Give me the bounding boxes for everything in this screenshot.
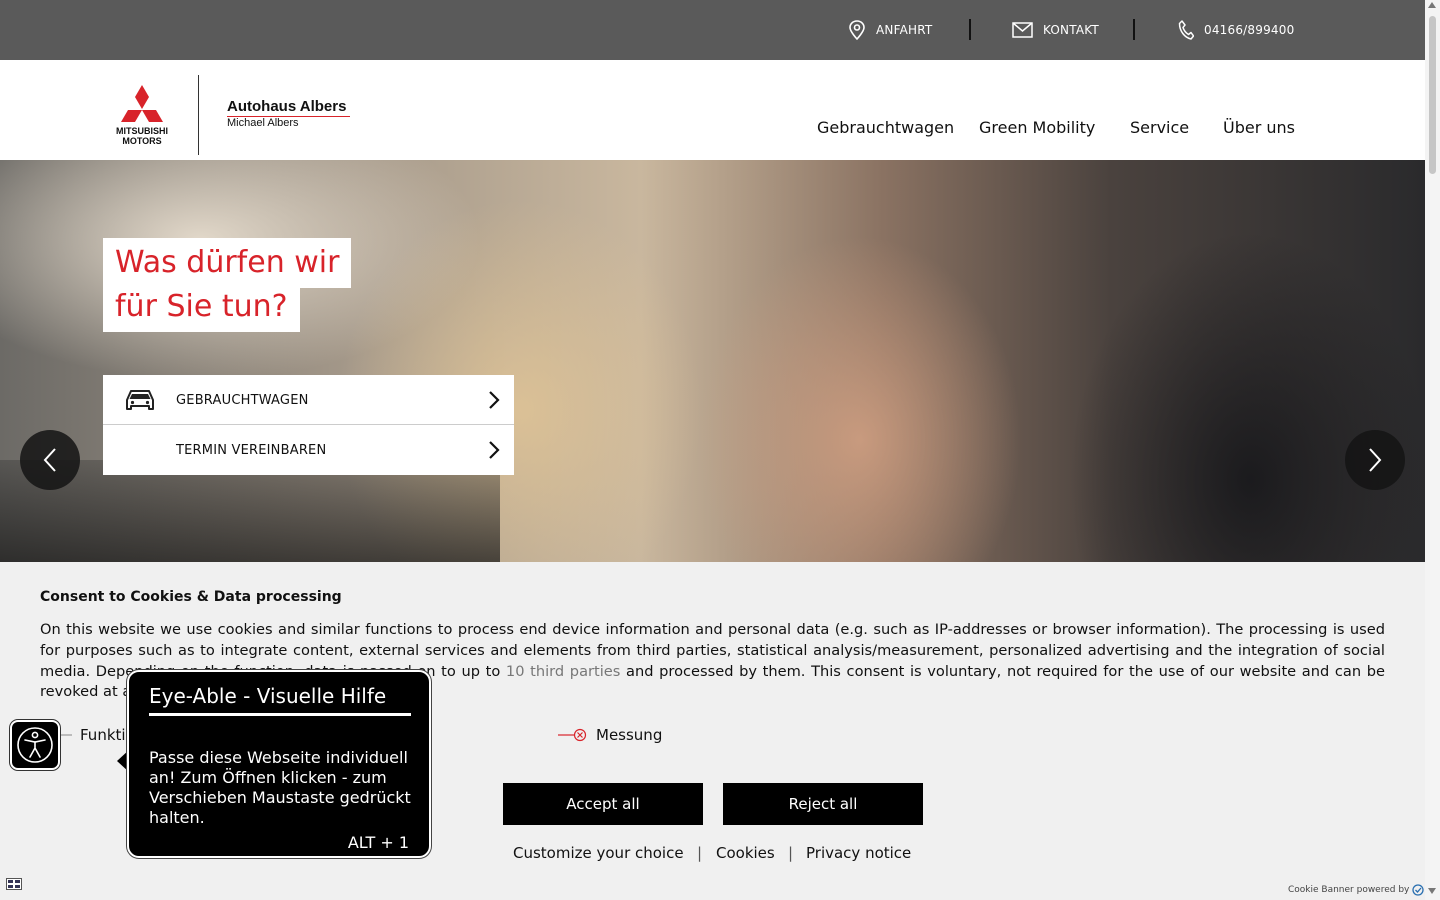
phone-label: 04166/899400 bbox=[1204, 23, 1295, 37]
cta-used-cars-label: GEBRAUCHTWAGEN bbox=[176, 392, 309, 408]
link-separator: | bbox=[697, 844, 703, 862]
close-circle-icon bbox=[558, 728, 587, 742]
chevron-right-icon bbox=[1369, 448, 1382, 472]
directions-link[interactable]: ANFAHRT bbox=[848, 0, 932, 60]
brand-line-2: MOTORS bbox=[122, 136, 162, 146]
hero-headline-line-2: für Sie tun? bbox=[103, 282, 300, 332]
brand-line-1: MITSUBISHI bbox=[115, 126, 168, 136]
cta-appointment-label: TERMIN VEREINBAREN bbox=[176, 442, 327, 458]
language-flag-icon[interactable] bbox=[6, 878, 22, 893]
location-pin-icon bbox=[849, 20, 865, 40]
cookie-title: Consent to Cookies & Data processing bbox=[40, 589, 342, 605]
cookies-link[interactable]: Cookies bbox=[716, 844, 775, 862]
customize-choice-link[interactable]: Customize your choice bbox=[513, 844, 684, 862]
category-status-icon bbox=[58, 734, 72, 736]
logo-divider bbox=[198, 75, 199, 155]
scroll-down-arrow-icon[interactable] bbox=[1428, 888, 1436, 894]
checkmark-badge-icon bbox=[1412, 884, 1425, 896]
directions-label: ANFAHRT bbox=[876, 23, 933, 37]
cta-appointment[interactable]: TERMIN VEREINBAREN bbox=[103, 425, 514, 475]
phone-link[interactable]: 04166/899400 bbox=[1178, 0, 1294, 60]
scrollbar-thumb[interactable] bbox=[1429, 16, 1436, 174]
privacy-notice-link[interactable]: Privacy notice bbox=[806, 844, 911, 862]
chevron-right-icon bbox=[489, 441, 500, 459]
chevron-left-icon bbox=[43, 448, 56, 472]
chevron-right-icon bbox=[489, 391, 500, 409]
eyeable-tooltip-title: Eye-Able - Visuelle Hilfe bbox=[149, 684, 411, 716]
powered-by-label: Cookie Banner powered by bbox=[1288, 885, 1410, 895]
car-icon bbox=[126, 390, 154, 410]
top-utility-bar: ANFAHRT KONTAKT 04166/899400 bbox=[0, 0, 1425, 60]
envelope-icon bbox=[1012, 22, 1033, 38]
eyeable-tooltip[interactable]: Eye-Able - Visuelle Hilfe Passe diese We… bbox=[127, 670, 431, 858]
contact-link[interactable]: KONTAKT bbox=[1012, 0, 1099, 60]
accept-all-button[interactable]: Accept all bbox=[503, 783, 703, 825]
dealer-name[interactable]: Autohaus Albers bbox=[227, 98, 346, 115]
phone-icon bbox=[1178, 20, 1194, 40]
eyeable-shortcut: ALT + 1 bbox=[347, 833, 409, 852]
site-header bbox=[0, 60, 1425, 160]
topbar-separator bbox=[1133, 19, 1135, 40]
dealer-owner: Michael Albers bbox=[227, 117, 299, 129]
category-measurement[interactable]: Messung bbox=[558, 726, 662, 744]
reject-all-button[interactable]: Reject all bbox=[723, 783, 923, 825]
hero-headline-line-1: Was dürfen wir bbox=[103, 238, 352, 288]
nav-item-green-mobility[interactable]: Green Mobility bbox=[979, 118, 1095, 137]
cookie-banner-powered-by[interactable]: Cookie Banner powered by bbox=[1288, 884, 1425, 896]
nav-item-service[interactable]: Service bbox=[1130, 118, 1189, 137]
category-measurement-label: Messung bbox=[596, 726, 663, 744]
hero-slider bbox=[0, 160, 1425, 562]
eyeable-tooltip-body: Passe diese Webseite individuell an! Zum… bbox=[149, 748, 411, 827]
nav-item-about[interactable]: Über uns bbox=[1223, 118, 1295, 137]
brand-wordmark: MITSUBISHI MOTORS bbox=[110, 126, 174, 146]
scroll-up-arrow-icon[interactable] bbox=[1428, 2, 1436, 8]
link-separator: | bbox=[788, 844, 794, 862]
nav-item-used-cars[interactable]: Gebrauchtwagen bbox=[817, 118, 954, 137]
slider-prev-button[interactable] bbox=[20, 430, 80, 490]
cta-used-cars[interactable]: GEBRAUCHTWAGEN bbox=[103, 375, 514, 425]
slider-next-button[interactable] bbox=[1345, 430, 1405, 490]
accessibility-person-icon bbox=[17, 727, 53, 763]
topbar-separator bbox=[969, 19, 971, 40]
accessibility-button[interactable] bbox=[10, 720, 60, 770]
contact-label: KONTAKT bbox=[1043, 23, 1099, 37]
third-parties-link[interactable]: 10 third parties bbox=[506, 663, 620, 680]
